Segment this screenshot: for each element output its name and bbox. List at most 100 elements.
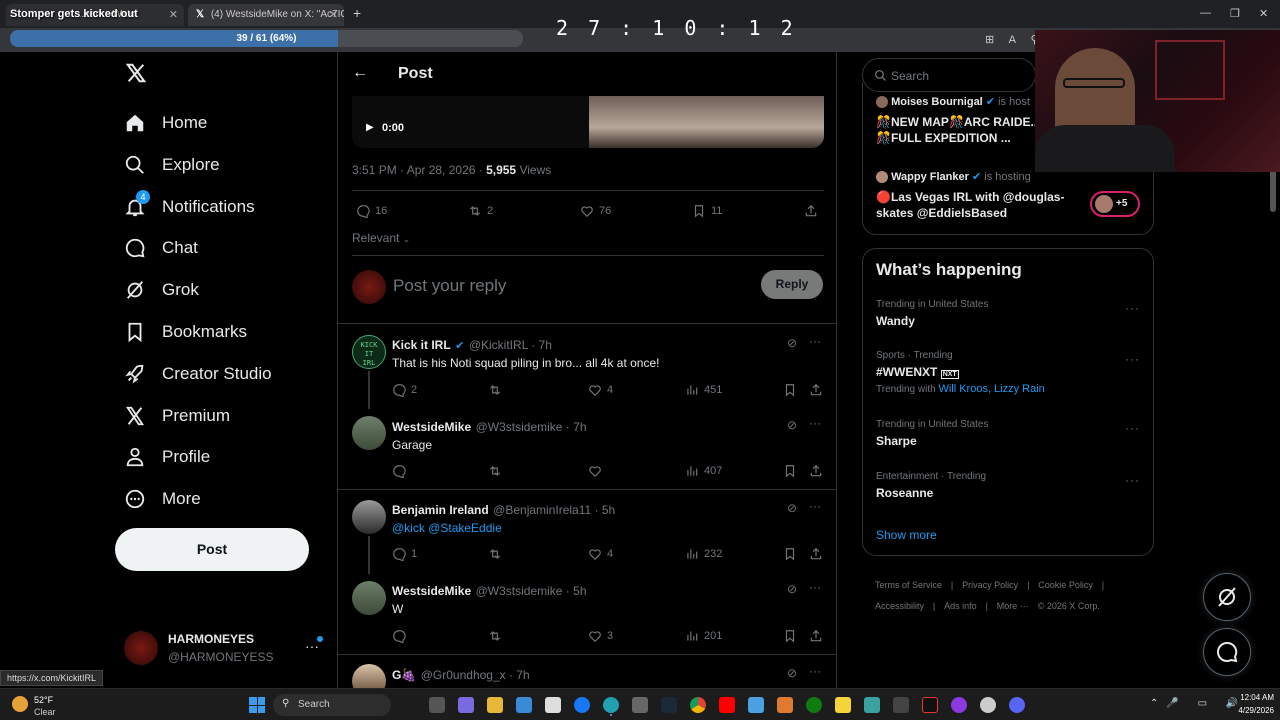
grok-button[interactable]: [1203, 573, 1251, 621]
app-icon[interactable]: [864, 697, 880, 713]
reply-button[interactable]: 2: [392, 383, 417, 397]
app-icon[interactable]: [458, 697, 474, 713]
app-icon[interactable]: [777, 697, 793, 713]
reply-item[interactable]: G🍇 @Gr0undhog_x · 7h ⊘ ···: [338, 656, 836, 692]
like-button[interactable]: 3: [588, 629, 613, 643]
grok-icon[interactable]: ⊘: [787, 336, 797, 350]
sort-dropdown[interactable]: Relevant ⌄: [352, 231, 410, 245]
nav-bookmarks[interactable]: Bookmarks: [124, 317, 247, 347]
grok-icon[interactable]: ⊘: [787, 582, 797, 596]
facebook-icon[interactable]: [574, 697, 590, 713]
app-icon[interactable]: [893, 697, 909, 713]
nav-home[interactable]: Home: [124, 108, 207, 138]
steam-icon[interactable]: [661, 697, 677, 713]
reply-handle[interactable]: @Gr0undhog_x · 7h: [421, 668, 530, 682]
restore-icon[interactable]: ❐: [1230, 7, 1240, 20]
nav-notifications[interactable]: 4 Notifications: [124, 190, 255, 222]
notes-icon[interactable]: [835, 697, 851, 713]
bookmark-button[interactable]: [783, 464, 797, 478]
reply-text[interactable]: @kick @StakeEddie: [392, 521, 502, 535]
trend-item[interactable]: Entertainment · Trending Roseanne: [876, 471, 1146, 500]
grok-icon[interactable]: ⊘: [787, 501, 797, 515]
reply-author[interactable]: WestsideMike: [392, 420, 471, 434]
like-button[interactable]: 4: [588, 383, 613, 397]
more-icon[interactable]: ···: [809, 664, 821, 678]
nav-profile[interactable]: Profile: [124, 442, 210, 472]
reply-item[interactable]: Benjamin Ireland @BenjaminIrela11 · 5h @…: [338, 491, 836, 574]
trend-item[interactable]: Trending in United States Wandy: [876, 299, 1146, 328]
repost-button[interactable]: [488, 383, 502, 397]
repost-button[interactable]: [488, 464, 502, 478]
trend-sub-links[interactable]: Will Kroos, Lizzy Rain: [938, 383, 1044, 395]
reply-author[interactable]: G🍇: [392, 668, 416, 682]
account-switcher[interactable]: HARMONEYES @HARMONEYESS ···: [120, 628, 330, 668]
views-button[interactable]: 407: [685, 464, 722, 478]
close-icon[interactable]: ✕: [329, 8, 338, 21]
footer-link[interactable]: Terms of Service: [875, 580, 942, 590]
more-icon[interactable]: ···: [1125, 352, 1140, 366]
reply-button[interactable]: 1: [392, 547, 417, 561]
share-button[interactable]: [809, 464, 823, 478]
more-icon[interactable]: ···: [809, 334, 821, 348]
calculator-icon[interactable]: [632, 697, 648, 713]
share-button[interactable]: [804, 204, 818, 218]
nav-explore[interactable]: Explore: [124, 150, 220, 180]
app-icon[interactable]: [980, 697, 996, 713]
nav-premium[interactable]: Premium: [124, 401, 230, 431]
reply-button[interactable]: [392, 464, 406, 478]
scrollbar[interactable]: [1270, 170, 1276, 212]
reply-button[interactable]: [392, 629, 406, 643]
reply-item[interactable]: KICK IT IRL Kick it IRL ✔ @KickitIRL · 7h …: [338, 325, 836, 409]
footer-link[interactable]: Ads info: [944, 601, 977, 611]
footer-link[interactable]: Privacy Policy: [962, 580, 1018, 590]
bookmark-button[interactable]: [783, 383, 797, 397]
nav-creator-studio[interactable]: Creator Studio: [124, 359, 272, 389]
video-player[interactable]: ▶ 0:00: [352, 96, 824, 148]
back-arrow-icon[interactable]: ←: [352, 64, 368, 82]
more-icon[interactable]: ···: [809, 416, 821, 430]
views-button[interactable]: 451: [685, 383, 722, 397]
play-icon[interactable]: ▶: [366, 122, 374, 133]
nav-more[interactable]: More: [124, 484, 201, 514]
trend-item[interactable]: Sports · Trending #WWENXT NXT Trending w…: [876, 350, 1146, 395]
grok-icon[interactable]: ⊘: [787, 418, 797, 432]
bookmark-button[interactable]: 11: [692, 204, 722, 218]
footer-link[interactable]: Accessibility: [875, 601, 924, 611]
views-button[interactable]: 232: [685, 547, 722, 561]
show-more-link[interactable]: Show more: [876, 528, 937, 542]
reply-button[interactable]: Reply: [761, 270, 823, 299]
messages-button[interactable]: [1203, 628, 1251, 676]
close-window-icon[interactable]: ✕: [1259, 7, 1268, 20]
new-tab-button[interactable]: +: [353, 5, 361, 21]
reply-handle[interactable]: @W3stsidemike · 5h: [476, 584, 587, 598]
minimize-icon[interactable]: —: [1200, 7, 1211, 19]
like-button[interactable]: [588, 464, 602, 478]
reply-author[interactable]: Kick it IRL: [392, 338, 451, 352]
reply-item[interactable]: WestsideMike @W3stsidemike · 7h Garage ⊘…: [338, 408, 836, 490]
taskbar-search[interactable]: ⚲ Search: [273, 694, 391, 716]
share-button[interactable]: [809, 629, 823, 643]
start-button[interactable]: [249, 697, 265, 713]
more-icon[interactable]: ···: [1125, 421, 1140, 435]
xbox-icon[interactable]: [806, 697, 822, 713]
youtube-icon[interactable]: [719, 697, 735, 713]
more-icon[interactable]: ···: [809, 580, 821, 594]
browser-tab-x[interactable]: 𝕏 (4) WestsideMike on X: "Ac7IONM ✕: [188, 4, 344, 26]
repost-button[interactable]: [488, 547, 502, 561]
nav-chat[interactable]: Chat: [124, 233, 198, 263]
reply-handle[interactable]: @KickitIRL · 7h: [469, 338, 552, 352]
app-icon[interactable]: [429, 697, 445, 713]
tiktok-icon[interactable]: [922, 697, 938, 713]
space-item[interactable]: Wappy Flanker ✔ is hosting 🔴Las Vegas IR…: [876, 170, 1146, 221]
store-icon[interactable]: [516, 697, 532, 713]
space-listeners[interactable]: +5: [1090, 191, 1140, 217]
clock-time[interactable]: 12:04 AM: [1218, 693, 1274, 702]
app-icon[interactable]: [951, 697, 967, 713]
footer-link[interactable]: More ···: [997, 601, 1029, 611]
reply-author[interactable]: WestsideMike: [392, 584, 471, 598]
discord-icon[interactable]: [1009, 697, 1025, 713]
clock-date[interactable]: 4/29/2026: [1218, 706, 1274, 715]
reply-author[interactable]: Benjamin Ireland: [392, 503, 489, 517]
like-button[interactable]: 4: [588, 547, 613, 561]
trend-item[interactable]: Trending in United States Sharpe: [876, 419, 1146, 448]
